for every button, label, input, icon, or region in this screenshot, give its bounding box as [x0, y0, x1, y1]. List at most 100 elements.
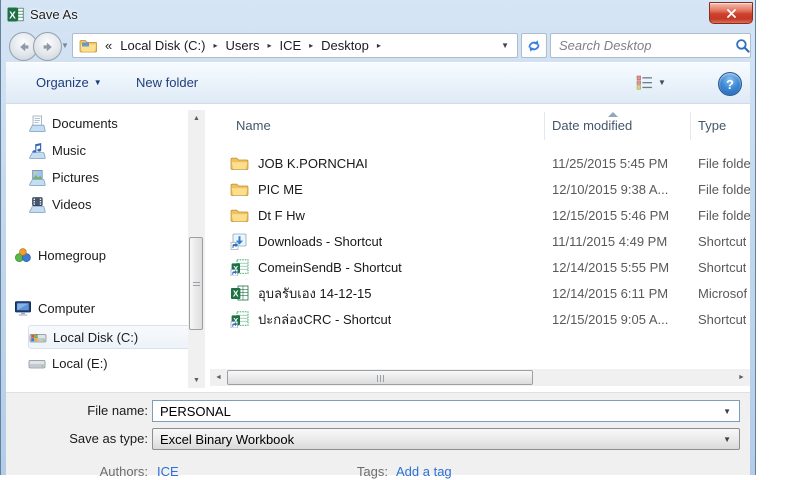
breadcrumb-overflow-chevron[interactable]: «: [101, 36, 116, 55]
file-name: Downloads - Shortcut: [258, 234, 382, 249]
scroll-left-button[interactable]: ◄: [210, 369, 227, 386]
sidebar-item-local-e[interactable]: Local (E:): [28, 351, 204, 375]
file-date-modified: 12/14/2015 5:55 PM: [552, 260, 669, 275]
combo-dropdown-icon[interactable]: ▼: [723, 407, 731, 416]
folder-icon: [230, 207, 249, 224]
views-icon: [636, 75, 653, 90]
help-button[interactable]: ?: [718, 72, 742, 96]
file-type: File folde: [698, 156, 751, 171]
sidebar-scrollbar[interactable]: ▲ ▼: [188, 110, 205, 388]
sidebar-item-label: Local (E:): [52, 356, 108, 371]
new-folder-button[interactable]: New folder: [128, 62, 206, 103]
change-view-button[interactable]: ▼: [628, 62, 674, 103]
file-name-input[interactable]: [153, 403, 739, 420]
tags-value[interactable]: Add a tag: [396, 464, 452, 480]
address-dropdown-icon[interactable]: ▼: [501, 41, 513, 50]
file-row-pic-me[interactable]: PIC ME12/10/2015 9:38 A...File folde: [210, 176, 756, 202]
breadcrumb-separator-icon[interactable]: ▸: [373, 41, 385, 50]
file-row-downloads-shortcut[interactable]: Downloads - Shortcut11/11/2015 4:49 PMSh…: [210, 228, 756, 254]
breadcrumb-separator-icon[interactable]: ▸: [209, 41, 221, 50]
folder-icon: [230, 155, 249, 172]
search-icon[interactable]: [735, 38, 751, 54]
sidebar-item-homegroup[interactable]: Homegroup: [14, 243, 190, 267]
close-button[interactable]: [709, 2, 753, 24]
views-dropdown-icon: ▼: [658, 78, 666, 87]
file-name: PIC ME: [258, 182, 303, 197]
file-name: JOB K.PORNCHAI: [258, 156, 368, 171]
file-row-dt-f-hw[interactable]: Dt F Hw12/15/2015 5:46 PMFile folde: [210, 202, 756, 228]
breadcrumb-item-users[interactable]: Users: [222, 36, 264, 55]
organize-button[interactable]: Organize ▼: [28, 62, 110, 103]
sidebar-item-label: Computer: [38, 301, 95, 316]
recent-locations-dropdown[interactable]: ▼: [61, 41, 69, 50]
sidebar-item-videos[interactable]: Videos: [28, 192, 204, 216]
search-box[interactable]: [550, 33, 751, 58]
forward-arrow-icon: [41, 40, 55, 54]
main-area: Documents Music Pictures Videos Homegroup Com…: [6, 104, 750, 392]
column-header-type[interactable]: Type: [698, 118, 726, 133]
column-separator[interactable]: [690, 112, 691, 140]
sidebar-item-label: Homegroup: [38, 248, 106, 263]
excel-app-icon: X: [7, 6, 24, 23]
sidebar-item-label: Videos: [52, 197, 92, 212]
file-name: ปะกล่องCRC - Shortcut: [258, 309, 391, 330]
sidebar-item-music[interactable]: Music: [28, 138, 204, 162]
new-folder-label: New folder: [136, 75, 198, 90]
sidebar-item-computer[interactable]: Computer: [14, 296, 190, 320]
sidebar-item-label: Music: [52, 143, 86, 158]
breadcrumb-item-ice[interactable]: ICE: [275, 36, 305, 55]
pictures-library-icon: [28, 169, 46, 186]
excel-file-icon: X: [230, 285, 249, 302]
sort-ascending-icon: [608, 112, 618, 117]
file-row-job-k-pornchai[interactable]: JOB K.PORNCHAI 11/25/2015 5:45 PM File fol…: [210, 150, 756, 176]
scroll-up-button[interactable]: ▲: [188, 110, 205, 126]
breadcrumb-segments: Local Disk (C:)▸Users▸ICE▸Desktop▸: [116, 36, 385, 55]
column-header-date-modified[interactable]: Date modified: [552, 118, 632, 133]
authors-value[interactable]: ICE: [157, 464, 179, 480]
file-row-crc-shortcut[interactable]: X ปะกล่องCRC - Shortcut 12/15/2015 9:05 A.…: [210, 306, 756, 332]
breadcrumb-item-desktop[interactable]: Desktop: [317, 36, 373, 55]
horizontal-scroll-thumb[interactable]: [227, 370, 533, 385]
file-name: Dt F Hw: [258, 208, 305, 223]
file-name: อุบลรับเอง 14-12-15: [258, 283, 372, 304]
column-separator[interactable]: [544, 112, 545, 140]
svg-text:X: X: [9, 10, 16, 21]
horizontal-scrollbar[interactable]: ◄ ►: [210, 369, 750, 386]
file-date-modified: 12/10/2015 9:38 A...: [552, 182, 668, 197]
address-bar[interactable]: « Local Disk (C:)▸Users▸ICE▸Desktop▸ ▼: [72, 33, 518, 58]
breadcrumb-separator-icon[interactable]: ▸: [305, 41, 317, 50]
title-bar[interactable]: X Save As: [0, 0, 756, 30]
breadcrumb-separator-icon[interactable]: ▸: [263, 41, 275, 50]
window-title: Save As: [30, 7, 78, 22]
file-row-14-12-15[interactable]: Xอุบลรับเอง 14-12-1512/14/2015 6:11 PMMi…: [210, 280, 756, 306]
file-row-comeinsendb-shortcut[interactable]: XComeinSendB - Shortcut12/14/2015 5:55 P…: [210, 254, 756, 280]
file-name-combo[interactable]: ▼: [152, 400, 740, 422]
sidebar-item-local-disk-c[interactable]: Local Disk (C:): [28, 325, 198, 349]
sidebar-item-label: Documents: [52, 116, 118, 131]
save-as-type-combo[interactable]: Excel Binary Workbook ▼: [152, 428, 740, 450]
combo-dropdown-icon[interactable]: ▼: [723, 435, 731, 444]
sidebar-item-documents[interactable]: Documents: [28, 111, 204, 135]
forward-button[interactable]: [33, 32, 62, 61]
folder-location-icon: [79, 38, 97, 54]
search-input[interactable]: [551, 38, 735, 53]
refresh-icon: [526, 38, 542, 54]
svg-text:X: X: [233, 288, 239, 298]
file-type: Shortcut: [698, 260, 746, 275]
arrow-right-icon: ►: [738, 374, 745, 381]
vertical-scroll-thumb[interactable]: [189, 237, 203, 330]
excel-shortcut-icon: X: [230, 311, 249, 328]
save-as-dialog: X Save As ▼ « Local Disk (C:)▸Users▸ICE▸…: [0, 0, 756, 475]
sidebar-item-pictures[interactable]: Pictures: [28, 165, 204, 189]
column-header-name[interactable]: Name: [236, 118, 271, 133]
scroll-right-button[interactable]: ►: [733, 369, 750, 386]
scroll-down-button[interactable]: ▼: [188, 372, 205, 388]
file-date-modified: 12/15/2015 9:05 A...: [552, 312, 668, 327]
arrow-left-icon: ◄: [215, 374, 222, 381]
file-date-modified: 12/15/2015 5:46 PM: [552, 208, 669, 223]
homegroup-icon: [14, 247, 32, 264]
arrow-down-icon: ▼: [193, 377, 200, 384]
refresh-button[interactable]: [521, 33, 547, 58]
breadcrumb-item-local-disk-c[interactable]: Local Disk (C:): [116, 36, 209, 55]
file-date-modified: 11/25/2015 5:45 PM: [552, 156, 668, 171]
